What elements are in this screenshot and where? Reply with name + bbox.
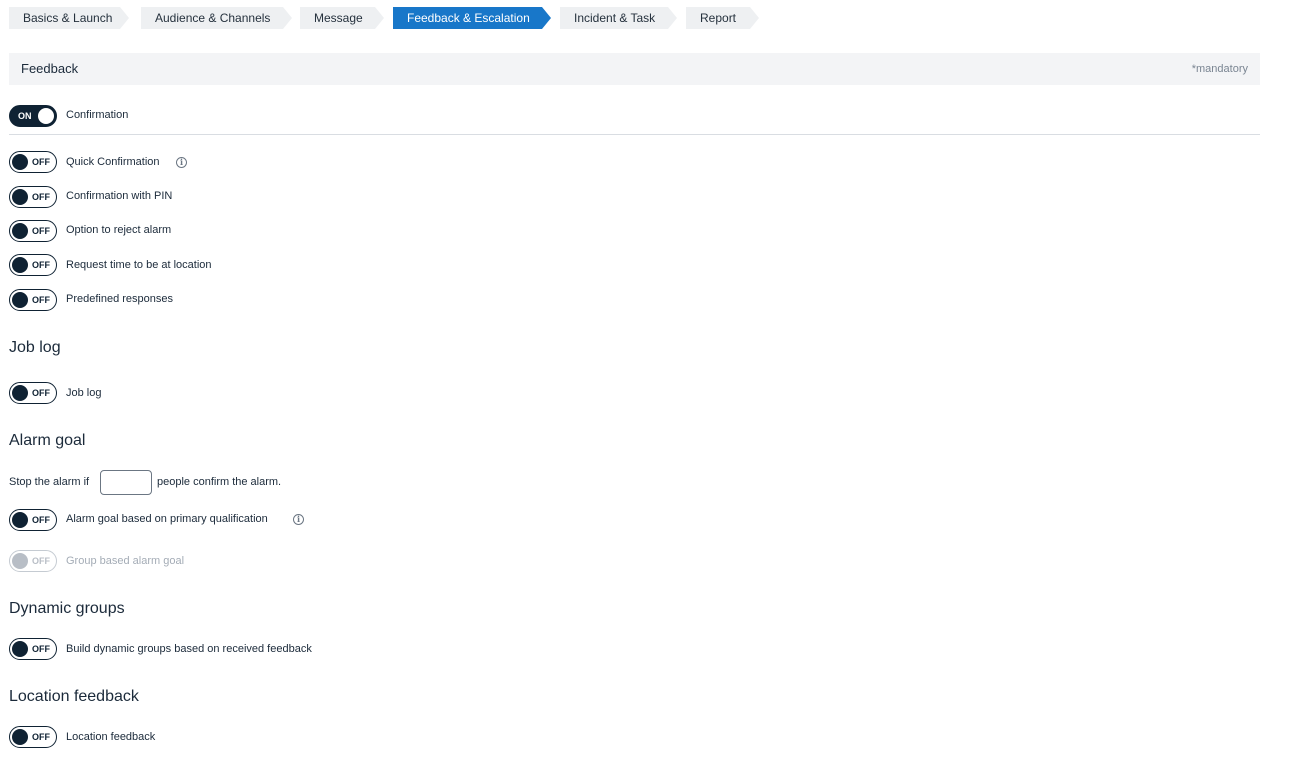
- location-feedback-heading: Location feedback: [9, 688, 139, 705]
- toggle-state: OFF: [32, 515, 50, 525]
- toggle-knob: [12, 512, 28, 528]
- step-report[interactable]: Report: [686, 7, 759, 29]
- confirm-count-input[interactable]: [100, 470, 152, 495]
- toggle-knob: [12, 154, 28, 170]
- predefined-responses-toggle[interactable]: OFF: [9, 289, 57, 311]
- quick-confirmation-label: Quick Confirmation: [66, 156, 160, 168]
- location-feedback-toggle[interactable]: OFF: [9, 726, 57, 748]
- step-incident-task[interactable]: Incident & Task: [560, 7, 677, 29]
- toggle-state: OFF: [32, 157, 50, 167]
- toggle-knob: [38, 108, 54, 124]
- toggle-state: OFF: [32, 260, 50, 270]
- info-icon[interactable]: i: [293, 514, 304, 525]
- group-alarm-goal-toggle: OFF: [9, 550, 57, 572]
- confirmation-label: Confirmation: [66, 109, 129, 121]
- primary-qualification-toggle[interactable]: OFF: [9, 509, 57, 531]
- job-log-toggle[interactable]: OFF: [9, 382, 57, 404]
- alarm-goal-heading: Alarm goal: [9, 432, 86, 449]
- feedback-section-header: Feedback *mandatory: [9, 53, 1260, 85]
- toggle-state: OFF: [32, 192, 50, 202]
- dynamic-groups-heading: Dynamic groups: [9, 600, 125, 617]
- toggle-state: OFF: [32, 226, 50, 236]
- job-log-heading: Job log: [9, 339, 61, 356]
- option-reject-alarm-toggle[interactable]: OFF: [9, 220, 57, 242]
- toggle-knob: [12, 553, 28, 569]
- location-feedback-label: Location feedback: [66, 731, 156, 743]
- dynamic-groups-toggle[interactable]: OFF: [9, 638, 57, 660]
- toggle-state: OFF: [32, 644, 50, 654]
- step-audience-channels[interactable]: Audience & Channels: [141, 7, 292, 29]
- job-log-label: Job log: [66, 387, 102, 399]
- toggle-state: OFF: [32, 295, 50, 305]
- toggle-knob: [12, 729, 28, 745]
- quick-confirmation-toggle[interactable]: OFF: [9, 151, 57, 173]
- divider: [9, 134, 1260, 135]
- predefined-responses-label: Predefined responses: [66, 293, 174, 305]
- section-title: Feedback: [21, 61, 79, 76]
- request-time-location-toggle[interactable]: OFF: [9, 254, 57, 276]
- toggle-knob: [12, 385, 28, 401]
- toggle-knob: [12, 292, 28, 308]
- request-time-location-label: Request time to be at location: [66, 259, 212, 271]
- confirmation-with-pin-label: Confirmation with PIN: [66, 190, 173, 202]
- mandatory-note: *mandatory: [1191, 63, 1248, 75]
- toggle-state: OFF: [32, 556, 50, 566]
- confirmation-with-pin-toggle[interactable]: OFF: [9, 186, 57, 208]
- stop-alarm-suffix: people confirm the alarm.: [157, 476, 282, 488]
- info-icon[interactable]: i: [176, 157, 187, 168]
- option-reject-alarm-label: Option to reject alarm: [66, 224, 172, 236]
- toggle-knob: [12, 257, 28, 273]
- dynamic-groups-label: Build dynamic groups based on received f…: [66, 643, 312, 655]
- toggle-knob: [12, 641, 28, 657]
- primary-qualification-label: Alarm goal based on primary qualificatio…: [66, 513, 268, 525]
- toggle-knob: [12, 189, 28, 205]
- step-message[interactable]: Message: [300, 7, 384, 29]
- toggle-state: OFF: [32, 732, 50, 742]
- step-feedback-escalation[interactable]: Feedback & Escalation: [393, 7, 551, 29]
- confirmation-toggle[interactable]: ON: [9, 105, 57, 127]
- stop-alarm-prefix: Stop the alarm if: [9, 476, 90, 488]
- toggle-knob: [12, 223, 28, 239]
- toggle-state: ON: [18, 111, 32, 121]
- group-alarm-goal-label: Group based alarm goal: [66, 555, 185, 567]
- step-basics-launch[interactable]: Basics & Launch: [9, 7, 129, 29]
- toggle-state: OFF: [32, 388, 50, 398]
